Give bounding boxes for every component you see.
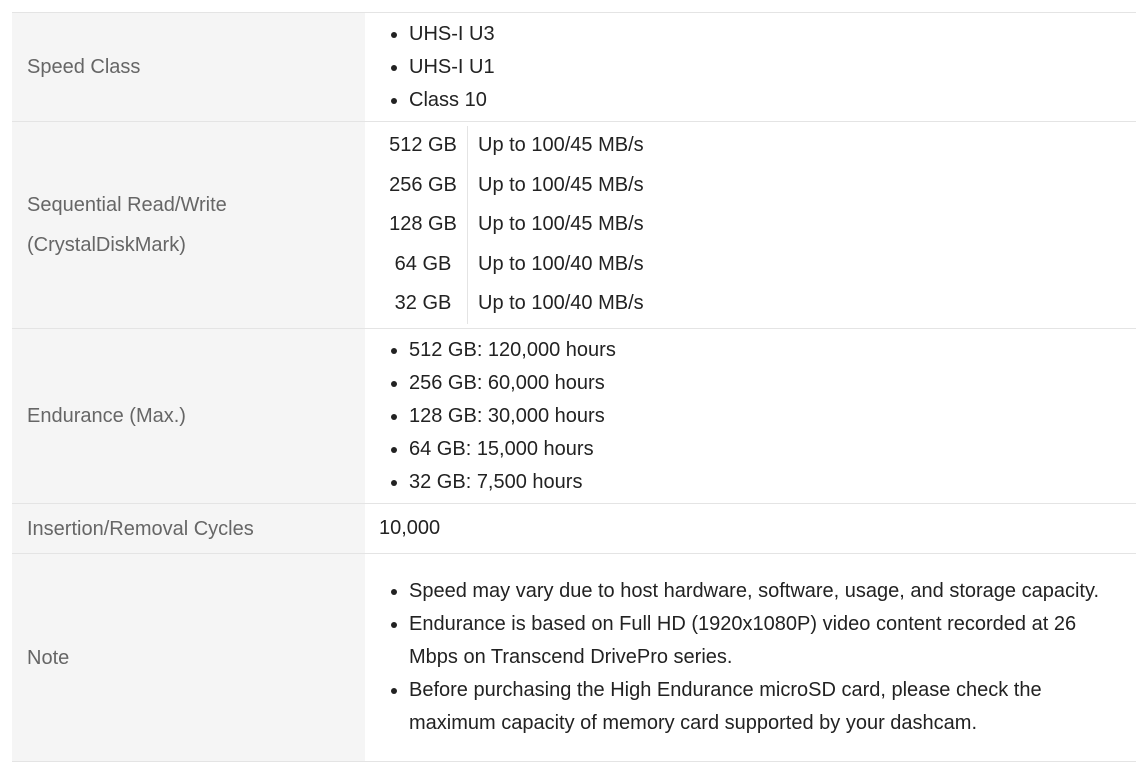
spec-value: 10,000 (365, 503, 1136, 554)
spec-row-endurance: Endurance (Max.) 512 GB: 120,000 hours 2… (12, 328, 1136, 504)
table-row: 32 GB Up to 100/40 MB/s (379, 284, 644, 324)
note-list: Speed may vary due to host hardware, sof… (379, 575, 1136, 740)
speed-class-list: UHS-I U3 UHS-I U1 Class 10 (379, 18, 1136, 117)
spec-value: Speed may vary due to host hardware, sof… (365, 553, 1136, 762)
spec-value: UHS-I U3 UHS-I U1 Class 10 (365, 12, 1136, 122)
spec-label-line: (CrystalDiskMark) (27, 234, 186, 256)
speed-cell: Up to 100/45 MB/s (478, 173, 644, 196)
spec-value: 512 GB: 120,000 hours 256 GB: 60,000 hou… (365, 328, 1136, 504)
spec-row-speed-class: Speed Class UHS-I U3 UHS-I U1 Class 10 (12, 12, 1136, 122)
capacity-cell: 64 GB (379, 244, 468, 285)
speed-cell: Up to 100/40 MB/s (478, 252, 644, 275)
speed-cell: Up to 100/45 MB/s (478, 134, 644, 157)
spec-row-note: Note Speed may vary due to host hardware… (12, 553, 1136, 762)
list-item: Before purchasing the High Endurance mic… (409, 674, 1106, 740)
capacity-cell: 512 GB (379, 126, 468, 166)
list-item: 64 GB: 15,000 hours (409, 433, 1136, 466)
list-item: Endurance is based on Full HD (1920x1080… (409, 608, 1106, 674)
capacity-cell: 128 GB (379, 205, 468, 245)
list-item: Class 10 (409, 84, 1136, 117)
table-row: 128 GB Up to 100/45 MB/s (379, 205, 644, 245)
speed-cell: Up to 100/40 MB/s (478, 292, 644, 315)
list-item: 256 GB: 60,000 hours (409, 367, 1136, 400)
capacity-cell: 256 GB (379, 165, 468, 206)
list-item: UHS-I U3 (409, 18, 1136, 51)
sequential-speed-table: 512 GB Up to 100/45 MB/s 256 GB Up to 10… (379, 126, 644, 324)
list-item: 512 GB: 120,000 hours (409, 334, 1136, 367)
spec-label-line: Sequential Read/Write (27, 194, 227, 216)
spec-label: Sequential Read/Write (CrystalDiskMark) (12, 121, 365, 329)
spec-label: Endurance (Max.) (12, 328, 365, 504)
speed-cell: Up to 100/45 MB/s (478, 213, 644, 236)
list-item: UHS-I U1 (409, 51, 1136, 84)
capacity-cell: 32 GB (379, 284, 468, 324)
spec-value: 512 GB Up to 100/45 MB/s 256 GB Up to 10… (365, 121, 1136, 329)
endurance-list: 512 GB: 120,000 hours 256 GB: 60,000 hou… (379, 334, 1136, 499)
list-item: 128 GB: 30,000 hours (409, 400, 1136, 433)
spec-row-insertion: Insertion/Removal Cycles 10,000 (12, 503, 1136, 554)
table-row: 256 GB Up to 100/45 MB/s (379, 165, 644, 206)
spec-row-sequential: Sequential Read/Write (CrystalDiskMark) … (12, 121, 1136, 329)
list-item: 32 GB: 7,500 hours (409, 466, 1136, 499)
spec-label: Speed Class (12, 12, 365, 122)
table-row: 512 GB Up to 100/45 MB/s (379, 126, 644, 166)
spec-label: Insertion/Removal Cycles (12, 503, 365, 554)
list-item: Speed may vary due to host hardware, sof… (409, 575, 1106, 608)
table-row: 64 GB Up to 100/40 MB/s (379, 244, 644, 285)
spec-label: Note (12, 553, 365, 762)
spec-table: Speed Class UHS-I U3 UHS-I U1 Class 10 S… (12, 12, 1136, 762)
